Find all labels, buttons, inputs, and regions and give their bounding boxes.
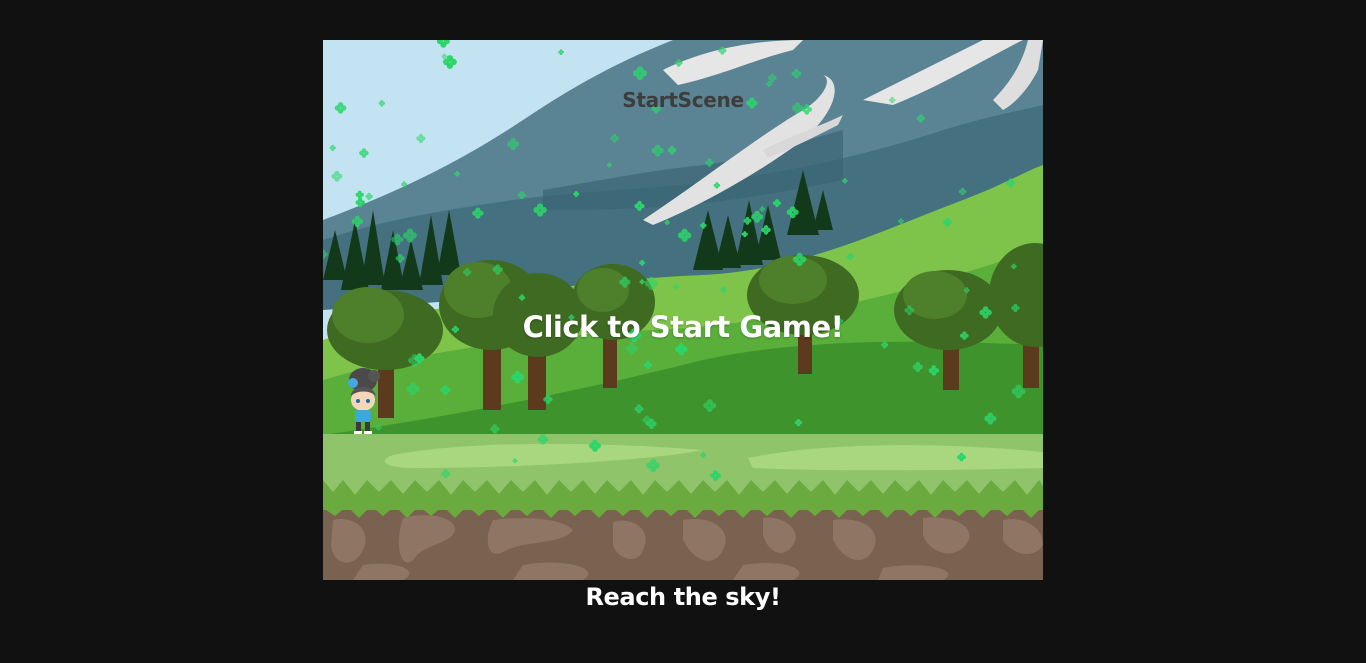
game-caption: Reach the sky!	[585, 583, 781, 611]
scene-label: StartScene	[622, 88, 744, 112]
game-canvas[interactable]: StartScene Click to Start Game!	[323, 40, 1043, 580]
start-game-prompt[interactable]: Click to Start Game!	[323, 310, 1043, 344]
page: StartScene Click to Start Game! Reach th…	[0, 0, 1366, 663]
